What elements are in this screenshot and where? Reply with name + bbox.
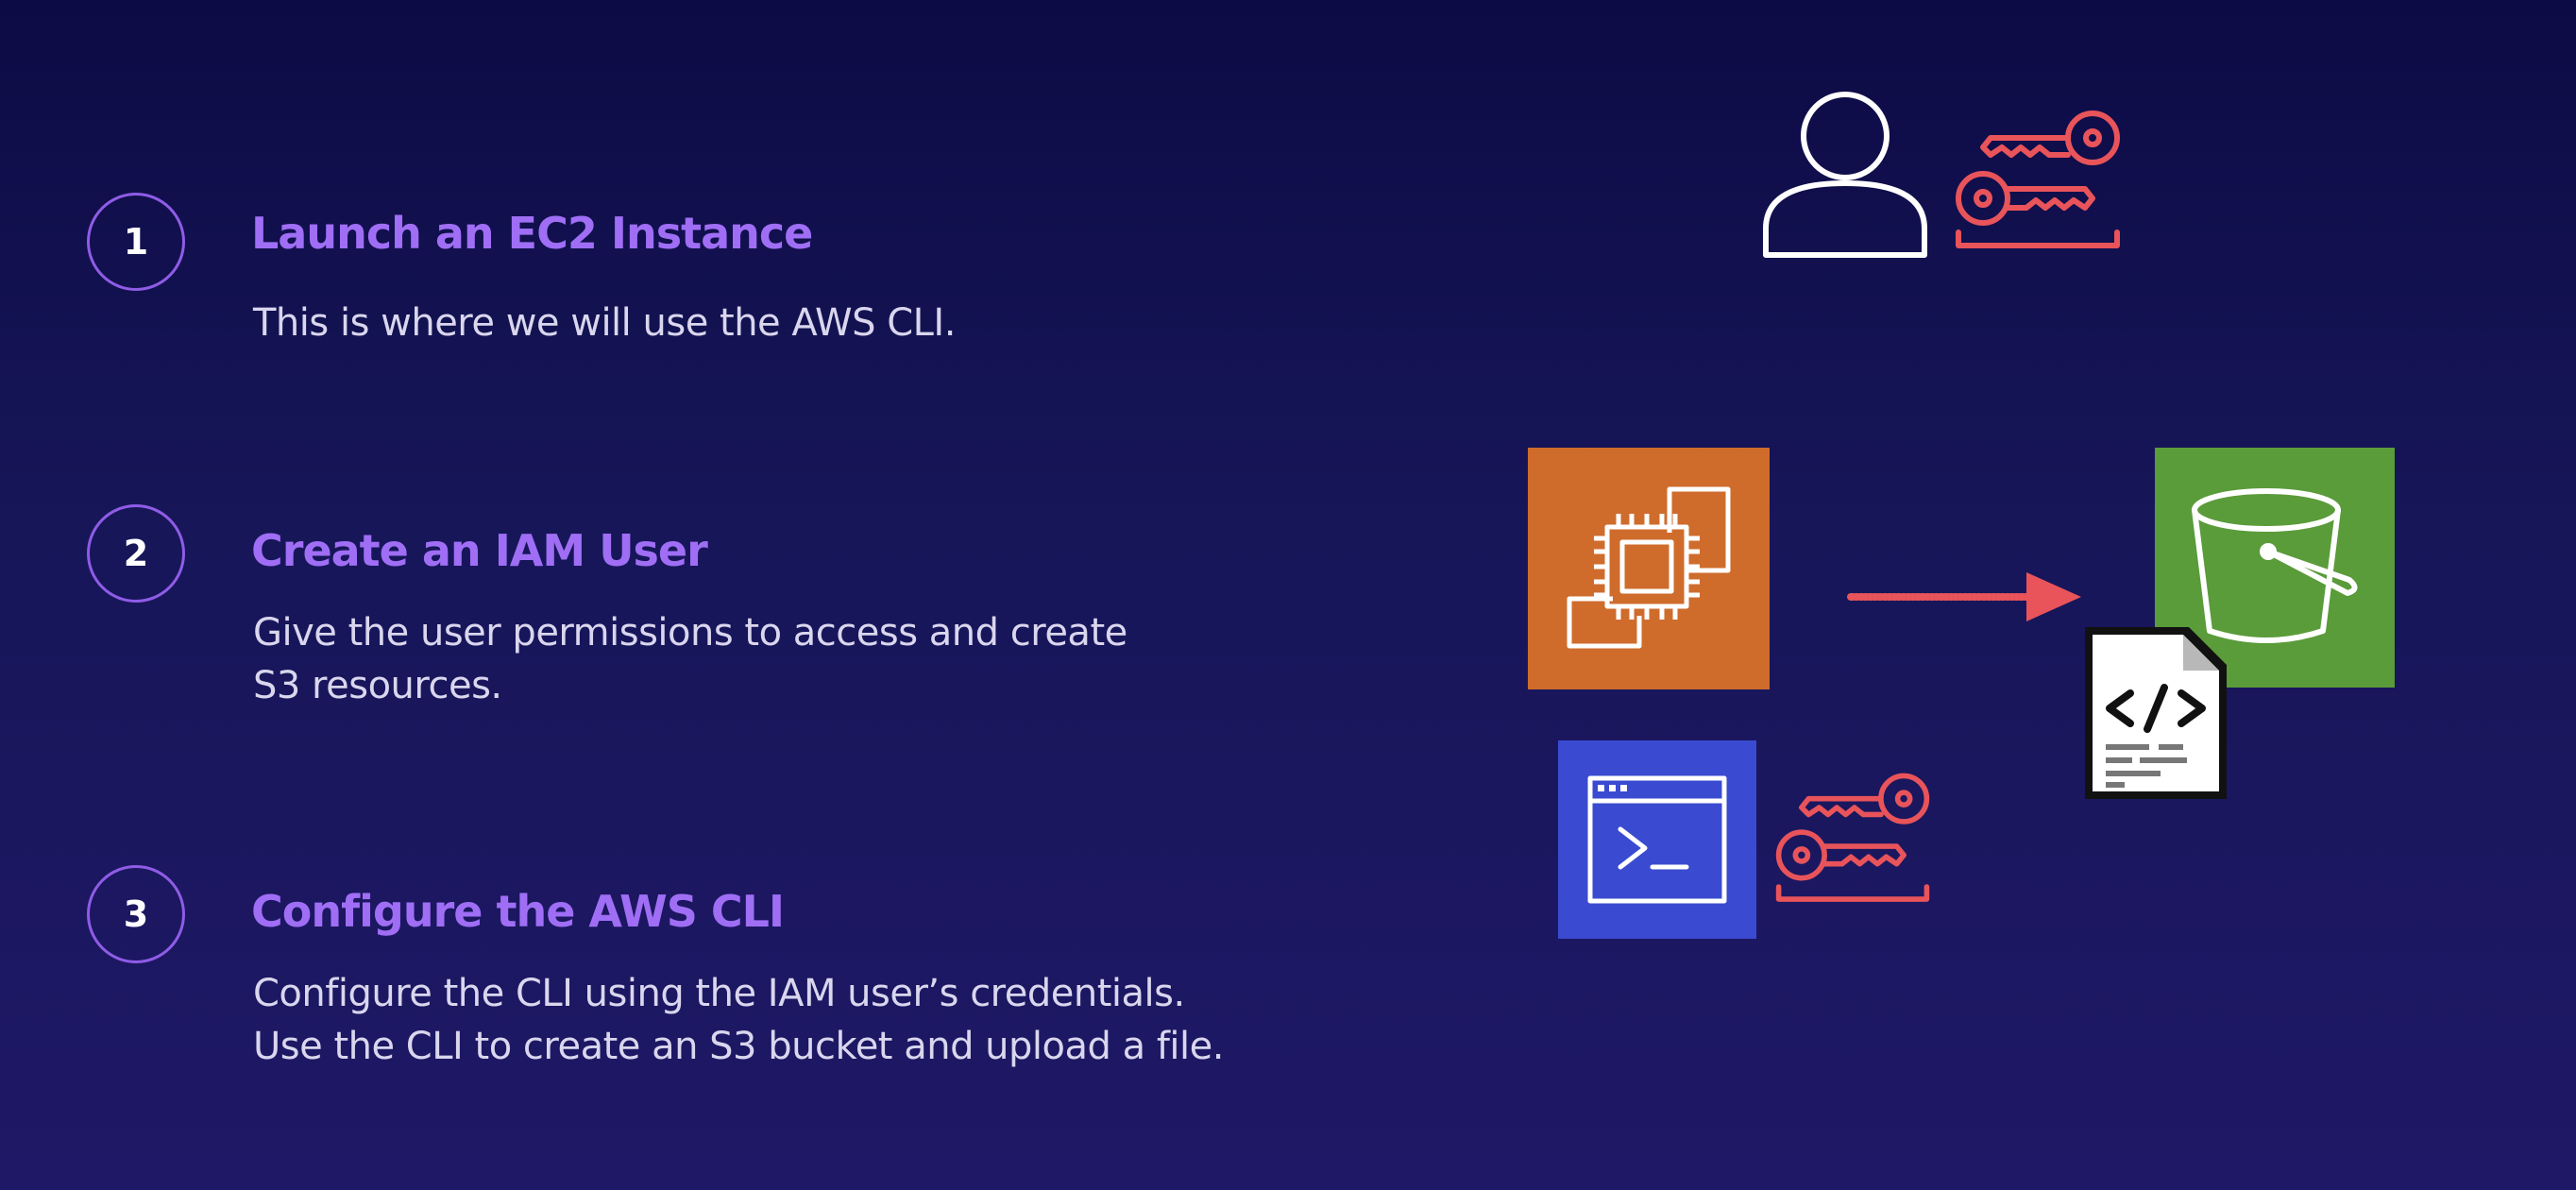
step-number-badge: 2 [87, 504, 185, 603]
step-description: Configure the CLI using the IAM user’s c… [253, 967, 1224, 1073]
step-description-line: Configure the CLI using the IAM user’s c… [253, 972, 1185, 1015]
arrow-icon [1847, 572, 2081, 621]
step-description-line: This is where we will use the AWS CLI. [253, 301, 956, 345]
step-description-line: Give the user permissions to access and … [253, 611, 1127, 654]
step-number-badge: 1 [87, 193, 185, 291]
code-file-icon [2085, 627, 2227, 799]
step-title: Create an IAM User [251, 525, 708, 576]
cli-terminal-icon [1558, 740, 1756, 939]
step-number-badge: 3 [87, 865, 185, 963]
step-description: Give the user permissions to access and … [253, 606, 1127, 712]
step-title: Launch an EC2 Instance [251, 208, 813, 259]
access-keys-icon [1956, 110, 2120, 248]
access-keys-icon [1775, 773, 1930, 902]
step-description-line: S3 resources. [253, 664, 502, 707]
step-description: This is where we will use the AWS CLI. [253, 297, 956, 349]
step-description-line: Use the CLI to create an S3 bucket and u… [253, 1025, 1224, 1068]
user-icon [1763, 92, 1927, 258]
ec2-instance-icon [1528, 448, 1770, 689]
step-title: Configure the AWS CLI [251, 886, 785, 937]
